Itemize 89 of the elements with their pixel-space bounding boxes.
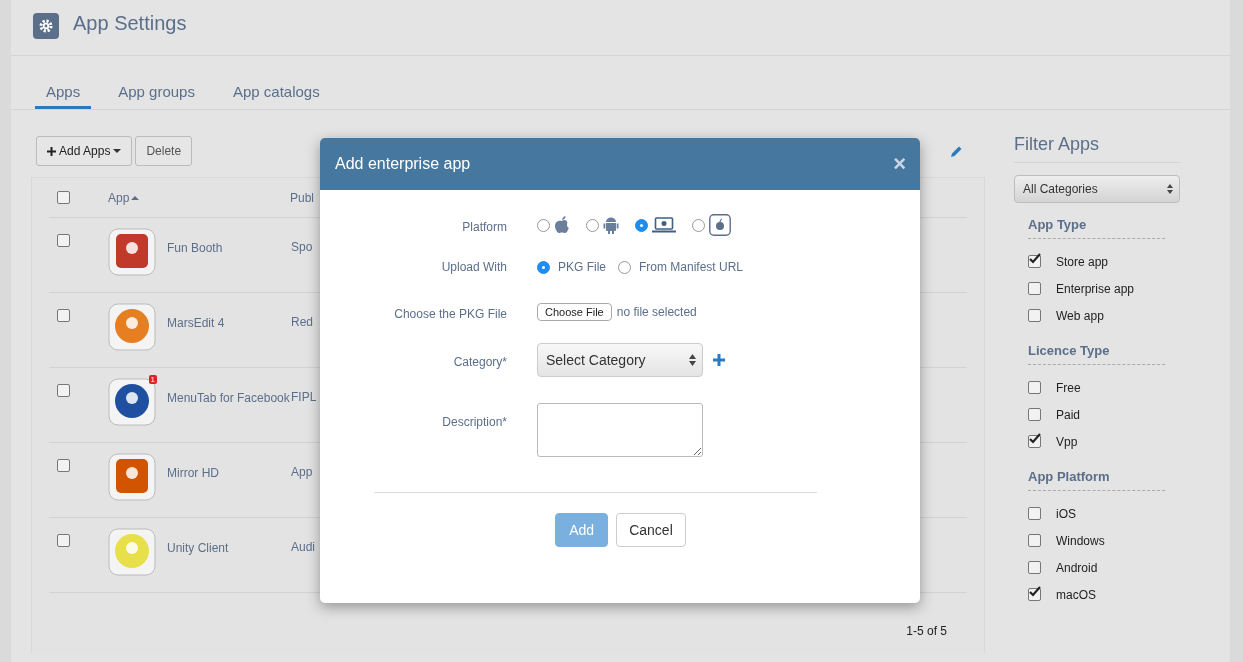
add-button[interactable]: Add xyxy=(555,513,609,547)
publisher-cell: Red xyxy=(291,315,313,329)
select-arrows-icon xyxy=(689,354,696,366)
option-label: Windows xyxy=(1056,533,1105,548)
filter-group-title: Licence Type xyxy=(1028,343,1165,365)
delete-button[interactable]: Delete xyxy=(135,136,193,166)
plus-icon[interactable] xyxy=(713,354,725,366)
field-label: Upload With xyxy=(440,260,507,274)
checkbox[interactable] xyxy=(1028,408,1041,421)
tab[interactable]: App groups xyxy=(107,83,206,109)
column-header[interactable]: Publ xyxy=(290,190,315,205)
android-icon xyxy=(603,216,619,234)
column-header[interactable]: App xyxy=(108,190,290,205)
category-select[interactable]: All Categories xyxy=(1014,175,1180,203)
tab[interactable]: Apps xyxy=(35,83,92,109)
app-name-link[interactable]: MenuTab for Facebook xyxy=(167,390,291,407)
field-label: Choose the PKG File xyxy=(393,307,507,321)
category-select[interactable]: Select Category xyxy=(537,343,703,377)
app-icon xyxy=(108,528,156,576)
checkbox[interactable] xyxy=(1028,507,1041,520)
radio-button[interactable] xyxy=(618,260,631,274)
option-label: Vpp xyxy=(1056,434,1078,449)
app-icon xyxy=(108,228,156,276)
laptop-icon xyxy=(652,217,676,233)
radio-button[interactable] xyxy=(537,260,550,274)
cancel-button[interactable]: Cancel xyxy=(616,513,686,547)
option-label: macOS xyxy=(1056,587,1096,602)
apple-icon xyxy=(554,216,570,234)
option-label: Store app xyxy=(1056,254,1109,269)
field-label: Description* xyxy=(441,415,507,429)
app-icon xyxy=(108,453,156,501)
option-label: Free xyxy=(1056,380,1081,395)
add-apps-button[interactable]: Add Apps xyxy=(36,136,133,166)
radio-button[interactable] xyxy=(635,218,648,232)
option-label: Paid xyxy=(1056,407,1081,422)
publisher-cell: FIPL xyxy=(291,390,317,404)
checkbox[interactable] xyxy=(57,234,70,247)
checkbox[interactable] xyxy=(57,459,70,472)
app-icon xyxy=(108,303,156,351)
apple-box-icon xyxy=(709,214,731,236)
settings-icon xyxy=(33,12,59,39)
checkbox[interactable] xyxy=(1028,255,1041,268)
checkbox[interactable] xyxy=(1028,588,1041,601)
option-label: Web app xyxy=(1056,308,1104,323)
app-icon xyxy=(108,378,156,426)
description-field[interactable] xyxy=(537,403,703,457)
edit-icon[interactable] xyxy=(950,144,963,158)
option-label: iOS xyxy=(1056,506,1076,521)
option-label: Enterprise app xyxy=(1056,281,1135,296)
file-status: no file selected xyxy=(616,305,697,319)
filter-title: Filter Apps xyxy=(1014,134,1180,163)
app-name-link[interactable]: Unity Client xyxy=(167,540,291,557)
field-label: Platform xyxy=(461,220,507,234)
checkbox[interactable] xyxy=(57,384,70,397)
publisher-cell: App xyxy=(291,465,313,479)
option-label: Android xyxy=(1056,560,1098,575)
checkbox[interactable] xyxy=(1028,309,1041,322)
choose-file-button[interactable]: Choose File xyxy=(537,303,612,321)
pagination-text: 1-5 of 5 xyxy=(906,624,947,638)
checkbox[interactable] xyxy=(57,534,70,547)
checkbox[interactable] xyxy=(1028,534,1041,547)
app-name-link[interactable]: Fun Booth xyxy=(167,240,291,257)
publisher-cell: Audi xyxy=(291,540,316,554)
plus-icon xyxy=(47,146,56,156)
field-label: Category* xyxy=(452,355,507,369)
radio-button[interactable] xyxy=(537,218,550,232)
radio-label: From Manifest URL xyxy=(639,260,744,274)
dialog-title: Add enterprise app xyxy=(335,155,471,173)
checkbox[interactable] xyxy=(1028,381,1041,394)
page-title: App Settings xyxy=(73,12,187,35)
app-name-link[interactable]: MarsEdit 4 xyxy=(167,315,291,332)
select-arrows-icon xyxy=(1167,184,1173,194)
filter-group-title: App Platform xyxy=(1028,469,1165,491)
radio-button[interactable] xyxy=(692,218,705,232)
publisher-cell: Spo xyxy=(291,240,313,254)
close-button[interactable]: × xyxy=(893,151,906,177)
filter-group-title: App Type xyxy=(1028,217,1165,239)
checkbox[interactable] xyxy=(57,309,70,322)
checkbox[interactable] xyxy=(57,191,70,204)
checkbox[interactable] xyxy=(1028,561,1041,574)
notification-badge: 1 xyxy=(148,375,157,384)
radio-label: PKG File xyxy=(558,260,606,274)
sort-icon xyxy=(131,195,140,200)
app-name-link[interactable]: Mirror HD xyxy=(167,465,291,482)
tab[interactable]: App catalogs xyxy=(221,83,331,109)
caret-icon xyxy=(113,149,122,153)
radio-button[interactable] xyxy=(586,218,599,232)
checkbox[interactable] xyxy=(1028,435,1041,448)
checkbox[interactable] xyxy=(1028,282,1041,295)
